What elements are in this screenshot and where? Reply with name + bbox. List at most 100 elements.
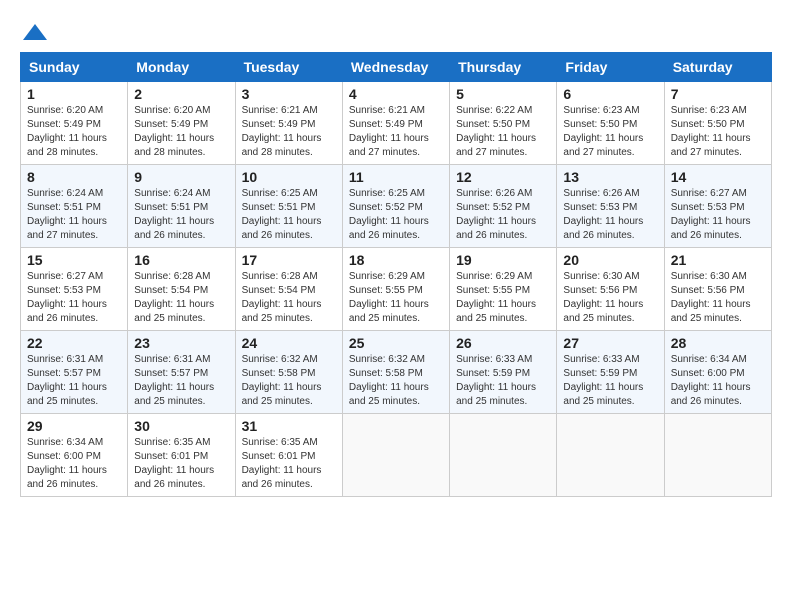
logo-content: [20, 20, 50, 42]
calendar-week-5: 29 Sunrise: 6:34 AM Sunset: 6:00 PM Dayli…: [21, 414, 772, 497]
calendar-header-friday: Friday: [557, 53, 664, 82]
day-number: 15: [27, 252, 121, 268]
cell-info: Sunrise: 6:32 AM Sunset: 5:58 PM Dayligh…: [349, 353, 443, 409]
calendar-table: SundayMondayTuesdayWednesdayThursdayFrid…: [20, 52, 772, 497]
calendar-cell: 6 Sunrise: 6:23 AM Sunset: 5:50 PM Daylig…: [557, 82, 664, 165]
cell-info: Sunrise: 6:22 AM Sunset: 5:50 PM Dayligh…: [456, 104, 550, 160]
day-number: 5: [456, 86, 550, 102]
cell-info: Sunrise: 6:20 AM Sunset: 5:49 PM Dayligh…: [134, 104, 228, 160]
day-number: 24: [242, 335, 336, 351]
calendar-cell: 29 Sunrise: 6:34 AM Sunset: 6:00 PM Dayli…: [21, 414, 128, 497]
calendar-cell: 28Sunrise: 6:34 AM Sunset: 6:00 PM Dayli…: [664, 331, 771, 414]
calendar-header-thursday: Thursday: [450, 53, 557, 82]
day-number: 22: [27, 335, 121, 351]
calendar-week-1: 1 Sunrise: 6:20 AM Sunset: 5:49 PM Daylig…: [21, 82, 772, 165]
cell-info: Sunrise: 6:23 AM Sunset: 5:50 PM Dayligh…: [671, 104, 765, 160]
cell-info: Sunrise: 6:31 AM Sunset: 5:57 PM Dayligh…: [27, 353, 121, 409]
calendar-cell: [664, 414, 771, 497]
calendar-cell: 7 Sunrise: 6:23 AM Sunset: 5:50 PM Daylig…: [664, 82, 771, 165]
cell-info: Sunrise: 6:20 AM Sunset: 5:49 PM Dayligh…: [27, 104, 121, 160]
cell-info: Sunrise: 6:34 AM Sunset: 6:00 PM Dayligh…: [671, 353, 765, 409]
calendar-cell: [342, 414, 449, 497]
calendar-cell: 1 Sunrise: 6:20 AM Sunset: 5:49 PM Daylig…: [21, 82, 128, 165]
cell-info: Sunrise: 6:27 AM Sunset: 5:53 PM Dayligh…: [27, 270, 121, 326]
day-number: 26: [456, 335, 550, 351]
cell-info: Sunrise: 6:21 AM Sunset: 5:49 PM Dayligh…: [349, 104, 443, 160]
cell-info: Sunrise: 6:27 AM Sunset: 5:53 PM Dayligh…: [671, 187, 765, 243]
calendar-cell: 15 Sunrise: 6:27 AM Sunset: 5:53 PM Dayli…: [21, 248, 128, 331]
day-number: 7: [671, 86, 765, 102]
cell-info: Sunrise: 6:24 AM Sunset: 5:51 PM Dayligh…: [27, 187, 121, 243]
calendar-cell: 23 Sunrise: 6:31 AM Sunset: 5:57 PM Dayli…: [128, 331, 235, 414]
calendar-cell: 10Sunrise: 6:25 AM Sunset: 5:51 PM Dayli…: [235, 165, 342, 248]
calendar-cell: 17Sunrise: 6:28 AM Sunset: 5:54 PM Dayli…: [235, 248, 342, 331]
day-number: 21: [671, 252, 765, 268]
day-number: 11: [349, 169, 443, 185]
cell-info: Sunrise: 6:30 AM Sunset: 5:56 PM Dayligh…: [671, 270, 765, 326]
calendar-cell: 8 Sunrise: 6:24 AM Sunset: 5:51 PM Daylig…: [21, 165, 128, 248]
cell-info: Sunrise: 6:31 AM Sunset: 5:57 PM Dayligh…: [134, 353, 228, 409]
calendar-cell: 22 Sunrise: 6:31 AM Sunset: 5:57 PM Dayli…: [21, 331, 128, 414]
cell-info: Sunrise: 6:21 AM Sunset: 5:49 PM Dayligh…: [242, 104, 336, 160]
calendar-cell: 26 Sunrise: 6:33 AM Sunset: 5:59 PM Dayli…: [450, 331, 557, 414]
cell-info: Sunrise: 6:26 AM Sunset: 5:52 PM Dayligh…: [456, 187, 550, 243]
cell-info: Sunrise: 6:23 AM Sunset: 5:50 PM Dayligh…: [563, 104, 657, 160]
day-number: 2: [134, 86, 228, 102]
calendar-cell: 2 Sunrise: 6:20 AM Sunset: 5:49 PM Daylig…: [128, 82, 235, 165]
day-number: 13: [563, 169, 657, 185]
calendar-cell: 24Sunrise: 6:32 AM Sunset: 5:58 PM Dayli…: [235, 331, 342, 414]
calendar-cell: 9 Sunrise: 6:24 AM Sunset: 5:51 PM Daylig…: [128, 165, 235, 248]
cell-info: Sunrise: 6:33 AM Sunset: 5:59 PM Dayligh…: [456, 353, 550, 409]
day-number: 8: [27, 169, 121, 185]
calendar-cell: [557, 414, 664, 497]
logo-text: [20, 20, 50, 42]
logo-icon: [21, 22, 49, 42]
day-number: 18: [349, 252, 443, 268]
cell-info: Sunrise: 6:35 AM Sunset: 6:01 PM Dayligh…: [134, 436, 228, 492]
calendar-cell: 12 Sunrise: 6:26 AM Sunset: 5:52 PM Dayli…: [450, 165, 557, 248]
calendar-cell: 16 Sunrise: 6:28 AM Sunset: 5:54 PM Dayli…: [128, 248, 235, 331]
cell-info: Sunrise: 6:28 AM Sunset: 5:54 PM Dayligh…: [134, 270, 228, 326]
day-number: 1: [27, 86, 121, 102]
day-number: 14: [671, 169, 765, 185]
calendar-header-tuesday: Tuesday: [235, 53, 342, 82]
cell-info: Sunrise: 6:29 AM Sunset: 5:55 PM Dayligh…: [456, 270, 550, 326]
day-number: 25: [349, 335, 443, 351]
day-number: 4: [349, 86, 443, 102]
cell-info: Sunrise: 6:24 AM Sunset: 5:51 PM Dayligh…: [134, 187, 228, 243]
day-number: 19: [456, 252, 550, 268]
cell-info: Sunrise: 6:25 AM Sunset: 5:51 PM Dayligh…: [242, 187, 336, 243]
day-number: 20: [563, 252, 657, 268]
calendar-header-sunday: Sunday: [21, 53, 128, 82]
calendar-cell: 20 Sunrise: 6:30 AM Sunset: 5:56 PM Dayli…: [557, 248, 664, 331]
day-number: 12: [456, 169, 550, 185]
day-number: 23: [134, 335, 228, 351]
calendar-cell: 4 Sunrise: 6:21 AM Sunset: 5:49 PM Daylig…: [342, 82, 449, 165]
cell-info: Sunrise: 6:26 AM Sunset: 5:53 PM Dayligh…: [563, 187, 657, 243]
calendar-header-wednesday: Wednesday: [342, 53, 449, 82]
cell-info: Sunrise: 6:28 AM Sunset: 5:54 PM Dayligh…: [242, 270, 336, 326]
cell-info: Sunrise: 6:29 AM Sunset: 5:55 PM Dayligh…: [349, 270, 443, 326]
day-number: 16: [134, 252, 228, 268]
cell-info: Sunrise: 6:33 AM Sunset: 5:59 PM Dayligh…: [563, 353, 657, 409]
calendar-cell: 3 Sunrise: 6:21 AM Sunset: 5:49 PM Daylig…: [235, 82, 342, 165]
calendar-cell: [450, 414, 557, 497]
day-number: 9: [134, 169, 228, 185]
cell-info: Sunrise: 6:30 AM Sunset: 5:56 PM Dayligh…: [563, 270, 657, 326]
day-number: 3: [242, 86, 336, 102]
logo: [20, 20, 50, 42]
calendar-week-2: 8 Sunrise: 6:24 AM Sunset: 5:51 PM Daylig…: [21, 165, 772, 248]
calendar-cell: 13 Sunrise: 6:26 AM Sunset: 5:53 PM Dayli…: [557, 165, 664, 248]
day-number: 31: [242, 418, 336, 434]
cell-info: Sunrise: 6:35 AM Sunset: 6:01 PM Dayligh…: [242, 436, 336, 492]
calendar-header-row: SundayMondayTuesdayWednesdayThursdayFrid…: [21, 53, 772, 82]
day-number: 6: [563, 86, 657, 102]
cell-info: Sunrise: 6:34 AM Sunset: 6:00 PM Dayligh…: [27, 436, 121, 492]
calendar-header-monday: Monday: [128, 53, 235, 82]
cell-info: Sunrise: 6:25 AM Sunset: 5:52 PM Dayligh…: [349, 187, 443, 243]
day-number: 29: [27, 418, 121, 434]
calendar-cell: 11 Sunrise: 6:25 AM Sunset: 5:52 PM Dayli…: [342, 165, 449, 248]
calendar-cell: 27Sunrise: 6:33 AM Sunset: 5:59 PM Dayli…: [557, 331, 664, 414]
calendar-cell: 21 Sunrise: 6:30 AM Sunset: 5:56 PM Dayli…: [664, 248, 771, 331]
calendar-cell: 30Sunrise: 6:35 AM Sunset: 6:01 PM Dayli…: [128, 414, 235, 497]
